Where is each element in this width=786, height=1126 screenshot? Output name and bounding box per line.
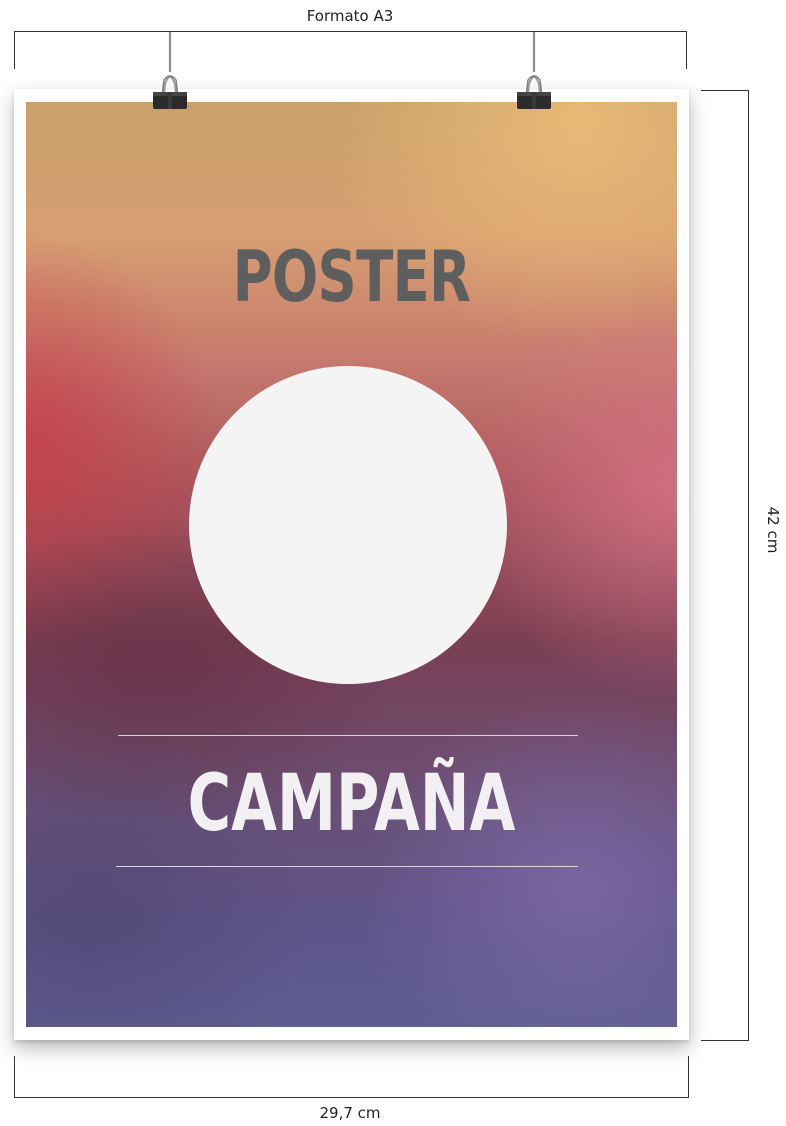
poster-title: POSTER [232,236,471,318]
poster-subtitle: CAMPAÑA [187,759,516,849]
width-label: 29,7 cm [319,1104,381,1122]
width-dimension-bracket [14,31,687,69]
divider-top [118,735,578,736]
divider-bottom [116,866,578,867]
binder-clip-icon [517,32,551,109]
height-label: 42 cm [764,506,782,554]
circle-placeholder [189,366,507,684]
height-dimension-bracket [701,90,749,1041]
bottom-dimension-bracket [14,1056,689,1098]
poster-artwork: POSTER CAMPAÑA [26,102,677,1027]
binder-clip-icon [153,32,187,109]
poster-mockup: POSTER CAMPAÑA [14,89,689,1040]
format-label: Formato A3 [306,7,394,25]
